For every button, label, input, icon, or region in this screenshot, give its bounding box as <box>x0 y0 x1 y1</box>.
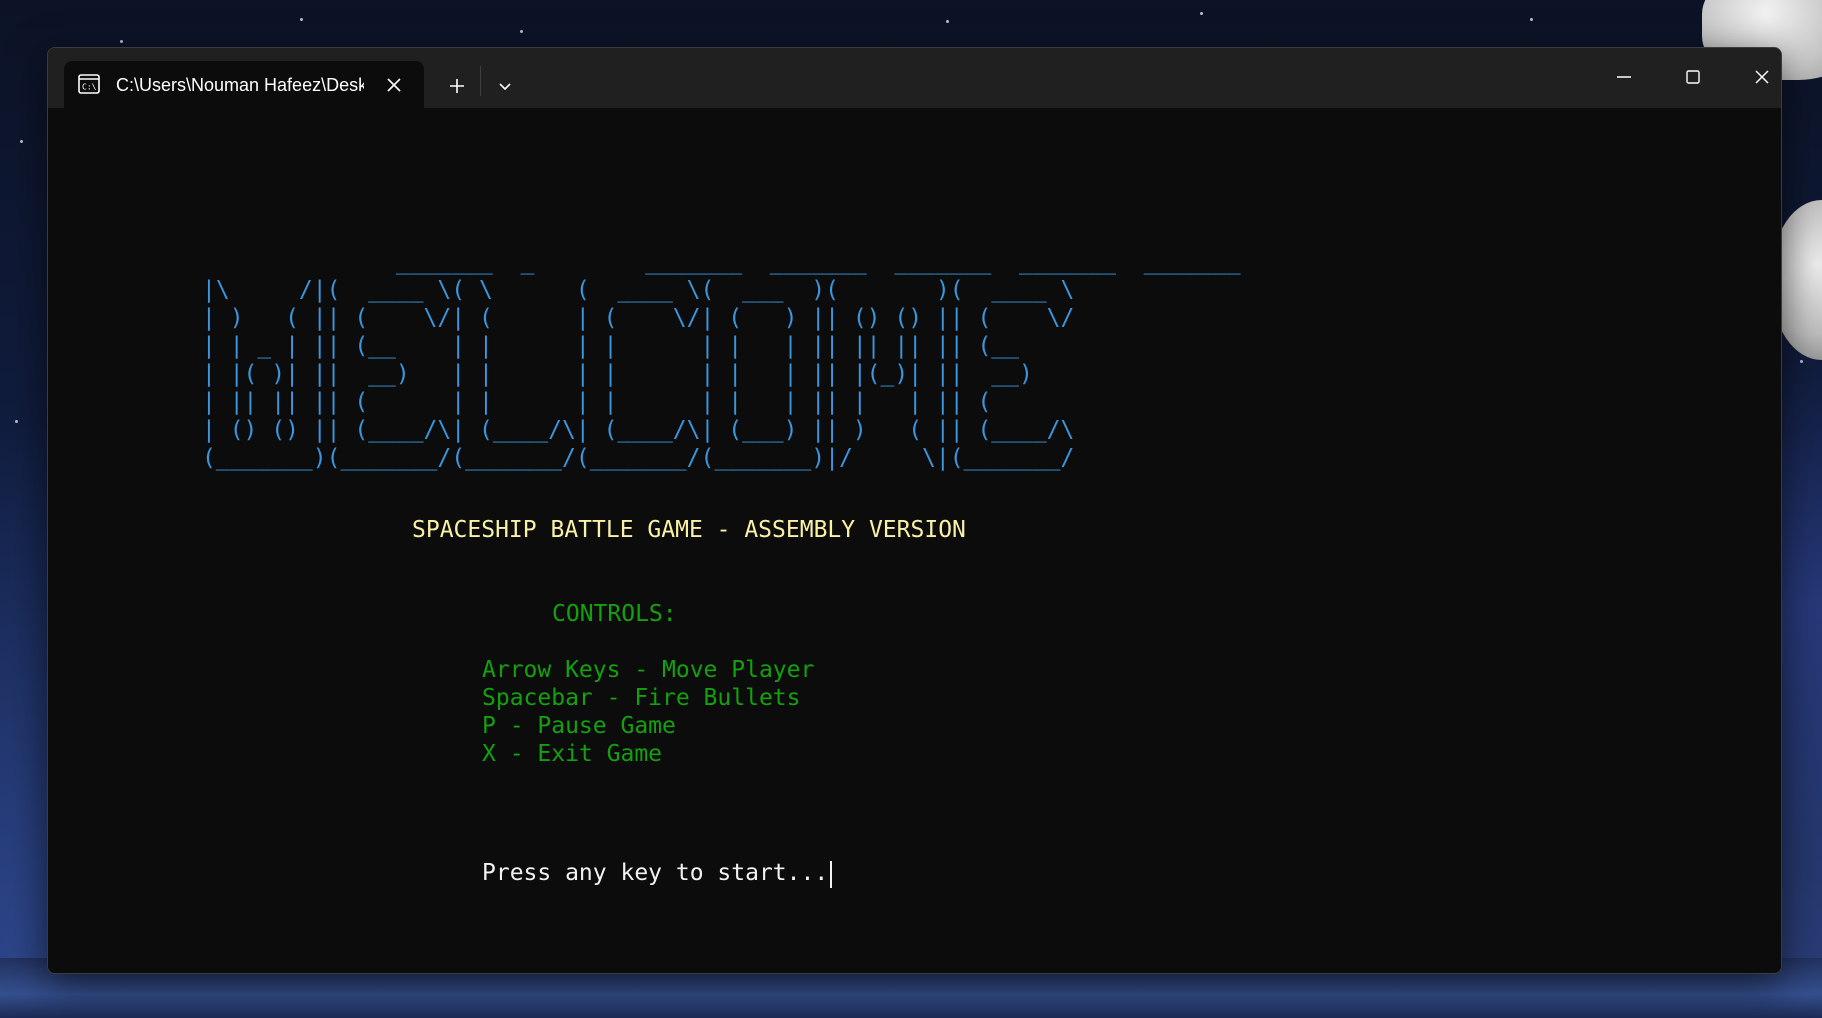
start-prompt: Press any key to start... <box>482 860 829 886</box>
control-line: X - Exit Game <box>482 741 663 767</box>
star <box>520 30 523 33</box>
welcome-ascii-art: _______ _ _______ _______ _______ ______… <box>202 249 1241 471</box>
star <box>1530 18 1533 21</box>
terminal-tab[interactable]: C:\ C:\Users\Nouman Hafeez\Desktop <box>64 61 424 108</box>
text-cursor <box>830 861 832 888</box>
divider <box>480 66 481 96</box>
star <box>20 140 23 143</box>
close-icon <box>387 78 401 92</box>
tab-title: C:\Users\Nouman Hafeez\Desktop <box>116 75 364 95</box>
terminal-icon: C:\ <box>78 74 100 94</box>
minimize-button[interactable] <box>1601 58 1647 96</box>
close-icon <box>1755 70 1769 84</box>
maximize-icon <box>1686 70 1700 84</box>
star <box>1200 12 1203 15</box>
tab-dropdown-button[interactable] <box>488 69 522 103</box>
plus-icon <box>450 79 464 93</box>
close-window-button[interactable] <box>1739 58 1781 96</box>
terminal-window: C:\ C:\Users\Nouman Hafeez\Desktop <box>47 47 1782 974</box>
new-tab-button[interactable] <box>440 69 474 103</box>
chevron-down-icon <box>499 83 511 91</box>
star <box>15 420 18 423</box>
star <box>300 18 303 21</box>
star <box>1800 360 1803 363</box>
game-title: SPACESHIP BATTLE GAME - ASSEMBLY VERSION <box>412 517 966 543</box>
controls-heading: CONTROLS: <box>552 601 677 627</box>
maximize-button[interactable] <box>1670 58 1716 96</box>
close-tab-button[interactable] <box>380 71 408 99</box>
minimize-icon <box>1617 76 1631 78</box>
control-line: Spacebar - Fire Bullets <box>482 685 801 711</box>
title-bar[interactable]: C:\ C:\Users\Nouman Hafeez\Desktop <box>48 48 1781 108</box>
control-line: P - Pause Game <box>482 713 676 739</box>
star <box>120 40 123 43</box>
console-output[interactable]: _______ _ _______ _______ _______ ______… <box>48 108 1781 973</box>
svg-text:C:\: C:\ <box>82 83 97 92</box>
star <box>946 20 949 23</box>
control-line: Arrow Keys - Move Player <box>482 657 815 683</box>
